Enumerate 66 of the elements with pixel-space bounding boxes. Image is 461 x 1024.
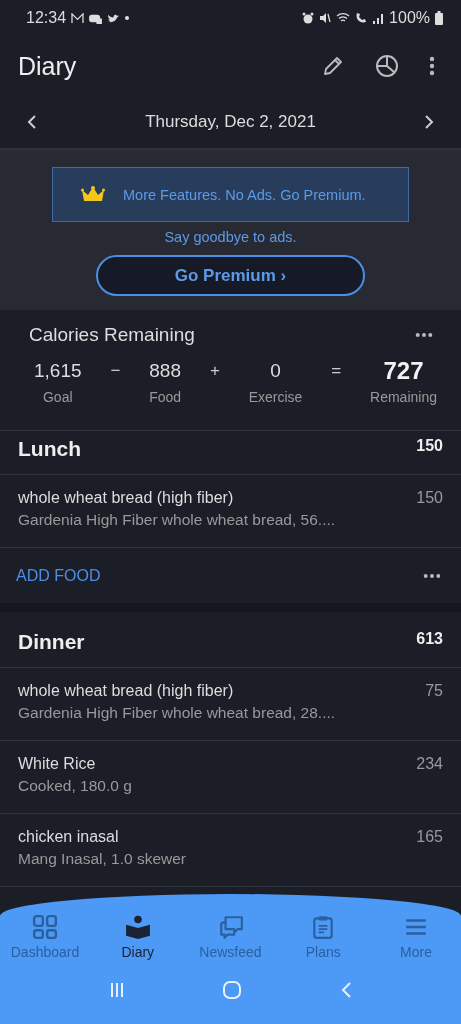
- food-entry[interactable]: chicken inasal Mang Inasal, 1.0 skewer 165: [0, 814, 461, 887]
- food-entry[interactable]: whole wheat bread (high fiber) Gardenia High Fiber whole wheat bread, 56.... 150: [0, 475, 461, 548]
- food-name: whole wheat bread (high fiber): [18, 682, 235, 700]
- book-reader-icon: [124, 914, 151, 940]
- calorie-value: 727: [383, 358, 424, 384]
- calorie-label: Goal: [43, 389, 73, 405]
- food-entry[interactable]: White Rice Cooked, 180.0 g 234: [0, 741, 461, 814]
- food-detail: Cooked, 180.0 g: [18, 777, 132, 795]
- food-calories: 75: [425, 682, 443, 700]
- food-name: whole wheat bread (high fiber): [18, 489, 235, 507]
- meal-title: Lunch: [18, 437, 81, 461]
- chevron-right-icon[interactable]: [424, 114, 434, 130]
- call-icon: [355, 12, 368, 24]
- mute-icon: [319, 12, 332, 24]
- notification-icon: [89, 12, 103, 24]
- food-calories: 234: [416, 755, 443, 773]
- battery-icon: [435, 11, 443, 25]
- food-detail: Gardenia High Fiber whole wheat bread, 56....: [18, 511, 336, 529]
- operator-sign: −: [110, 361, 121, 381]
- premium-banner[interactable]: More Features. No Ads. Go Premium.: [52, 167, 409, 222]
- food-calories: 165: [416, 828, 443, 846]
- home-icon[interactable]: [222, 980, 243, 1000]
- premium-subtitle: Say goodbye to ads.: [164, 229, 297, 245]
- food-entry[interactable]: whole wheat bread (high fiber) Gardenia High Fiber whole wheat bread, 28.... 75: [0, 668, 461, 741]
- calories-title: Calories Remaining: [29, 324, 195, 346]
- chat-icon: [217, 914, 244, 940]
- calorie-label: Remaining: [370, 389, 437, 405]
- food-name: White Rice: [18, 755, 97, 773]
- pencil-icon[interactable]: [321, 54, 345, 78]
- more-horizontal-icon[interactable]: [423, 572, 441, 579]
- calorie-value: 0: [270, 359, 281, 383]
- food-name: chicken inasal: [18, 828, 120, 846]
- dot-icon: [125, 16, 130, 20]
- back-icon[interactable]: [340, 981, 353, 999]
- calorie-value: 1,615: [34, 359, 82, 383]
- operator-sign: +: [209, 361, 220, 381]
- more-vertical-icon[interactable]: [429, 56, 435, 76]
- go-premium-button[interactable]: Go Premium ›: [96, 255, 365, 296]
- pie-chart-icon[interactable]: [375, 54, 399, 78]
- bird-icon: [107, 12, 121, 24]
- operator-sign: =: [331, 361, 342, 381]
- alarm-icon: [302, 12, 315, 24]
- crown-icon: [81, 185, 105, 204]
- meal-title: Dinner: [18, 630, 85, 654]
- add-food-link[interactable]: ADD FOOD: [16, 566, 101, 585]
- chevron-left-icon[interactable]: [27, 114, 37, 130]
- banner-text: More Features. No Ads. Go Premium.: [123, 186, 366, 203]
- recent-apps-icon[interactable]: [108, 982, 125, 998]
- status-time: 12:34: [26, 9, 67, 27]
- wifi-icon: [336, 12, 351, 24]
- food-detail: Mang Inasal, 1.0 skewer: [18, 850, 186, 868]
- food-detail: Gardenia High Fiber whole wheat bread, 28....: [18, 704, 336, 722]
- app-title: Diary: [18, 51, 77, 81]
- calorie-label: Food: [149, 389, 182, 405]
- date-label: Thursday, Dec 2, 2021: [145, 112, 316, 132]
- meal-calories: 613: [416, 630, 443, 648]
- calorie-label: Exercise: [248, 389, 303, 405]
- calorie-value: 888: [149, 359, 181, 383]
- mail-icon: [71, 12, 85, 24]
- nav-tab[interactable]: Diary: [100, 914, 175, 960]
- signal-icon: [372, 12, 385, 24]
- battery-level: 100%: [389, 9, 430, 27]
- grid-icon: [32, 914, 58, 940]
- more-horizontal-icon[interactable]: [415, 332, 433, 338]
- food-calories: 150: [416, 489, 443, 507]
- meal-calories: 150: [416, 437, 443, 455]
